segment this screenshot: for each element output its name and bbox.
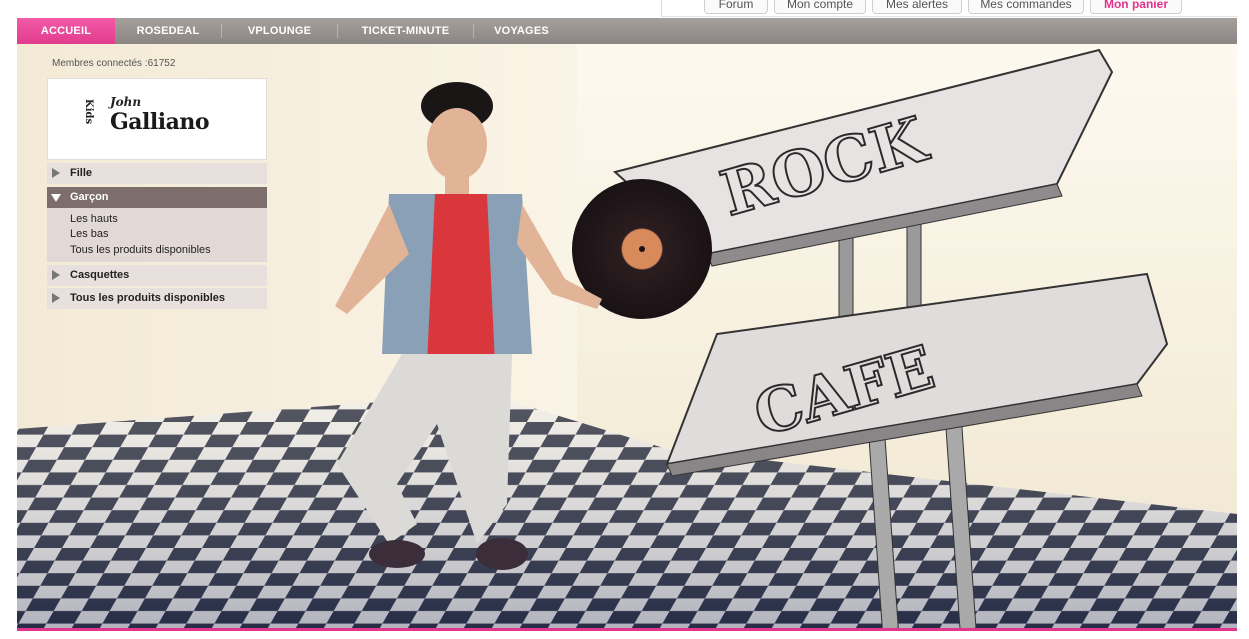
- my-orders-link[interactable]: Mes commandes: [968, 0, 1084, 14]
- expand-arrow-icon: [52, 168, 60, 178]
- hero-banner[interactable]: ROCK CAFE Membres connectés :61752 Kids …: [17, 44, 1237, 629]
- account-links-bar: Forum Mon compte Mes alertes Mes command…: [661, 0, 1238, 17]
- brand-logo[interactable]: Kids John Galliano: [47, 78, 267, 160]
- brand-john-text: John: [110, 95, 142, 109]
- members-online-count: Membres connectés :61752: [52, 58, 176, 69]
- category-casquettes[interactable]: Casquettes: [47, 265, 267, 286]
- category-all-products[interactable]: Tous les produits disponibles: [47, 288, 267, 309]
- nav-tab-ticket-minute[interactable]: TICKET-MINUTE: [338, 18, 473, 44]
- category-label: Casquettes: [70, 269, 130, 281]
- main-nav: ACCUEIL ROSEDEAL VPLOUNGE TICKET-MINUTE …: [17, 18, 1237, 44]
- forum-link[interactable]: Forum: [704, 0, 768, 14]
- collapse-arrow-icon: [51, 194, 61, 202]
- nav-tab-rosedeal[interactable]: ROSEDEAL: [115, 18, 221, 44]
- subcategory-les-hauts[interactable]: Les hauts: [70, 213, 118, 225]
- category-label: Fille: [70, 167, 93, 179]
- expand-arrow-icon: [52, 293, 60, 303]
- my-account-link[interactable]: Mon compte: [774, 0, 866, 14]
- brand-kids-text: Kids: [83, 99, 94, 125]
- expand-arrow-icon: [52, 270, 60, 280]
- category-label: Tous les produits disponibles: [70, 292, 226, 304]
- nav-tab-vplounge[interactable]: VPLOUNGE: [222, 18, 337, 44]
- category-garcon[interactable]: Garçon: [47, 187, 267, 208]
- nav-tab-voyages[interactable]: VOYAGES: [474, 18, 569, 44]
- category-label: Garçon: [70, 191, 109, 203]
- subcategory-all-products[interactable]: Tous les produits disponibles: [70, 244, 211, 256]
- bottom-accent-bar: [17, 628, 1237, 631]
- brand-name-text: Galliano: [110, 109, 210, 135]
- nav-tab-accueil[interactable]: ACCUEIL: [17, 18, 115, 44]
- category-fille[interactable]: Fille: [47, 163, 267, 184]
- subcategory-les-bas[interactable]: Les bas: [70, 228, 109, 240]
- my-alerts-link[interactable]: Mes alertes: [872, 0, 962, 14]
- my-cart-link[interactable]: Mon panier: [1090, 0, 1182, 14]
- subcategory-list: Les hauts Les bas Tous les produits disp…: [47, 208, 267, 262]
